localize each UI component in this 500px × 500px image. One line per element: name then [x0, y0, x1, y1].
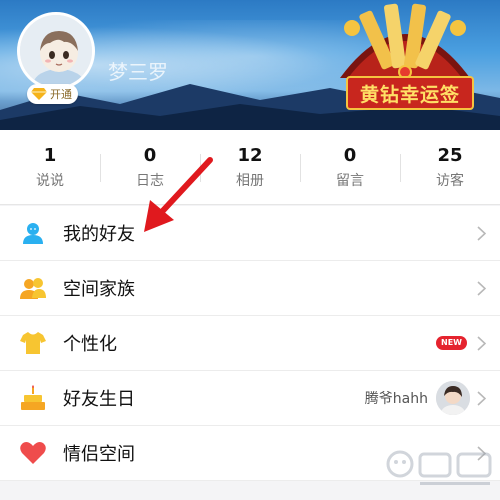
stat-label: 相册 [236, 172, 264, 189]
stat-count: 1 [43, 144, 57, 166]
stat-visitors[interactable]: 25 访客 [400, 130, 500, 204]
chevron-right-icon [477, 226, 486, 241]
birthday-friend-avatar [436, 381, 470, 415]
vip-activate-badge[interactable]: 开通 [27, 84, 78, 104]
menu-item-my-friends[interactable]: 我的好友 [0, 206, 500, 261]
username: 梦三罗 [108, 60, 168, 84]
stat-messages[interactable]: 0 留言 [300, 130, 400, 204]
chevron-right-icon [477, 391, 486, 406]
stat-label: 日志 [136, 172, 164, 189]
people-icon [20, 275, 46, 301]
stat-count: 12 [237, 144, 263, 166]
chevron-right-icon [477, 281, 486, 296]
diamond-icon [31, 88, 47, 100]
birthday-friend[interactable]: 腾爷hahh [365, 381, 470, 415]
new-badge: NEW [436, 336, 467, 350]
vip-badge-label: 开通 [50, 88, 72, 101]
stat-count: 0 [343, 144, 357, 166]
heart-icon [20, 440, 46, 466]
stat-label: 访客 [436, 172, 464, 189]
baidu-jingyan-watermark [386, 450, 492, 485]
person-icon [20, 220, 46, 246]
menu-item-label: 情侣空间 [63, 444, 135, 465]
stat-count: 25 [437, 144, 463, 166]
stat-blogs[interactable]: 0 日志 [100, 130, 200, 204]
stats-bar: 1 说说 0 日志 12 相册 0 留言 25 访客 [0, 130, 500, 205]
menu-item-label: 个性化 [63, 334, 117, 355]
menu-item-space-family[interactable]: 空间家族 [0, 261, 500, 316]
stat-albums[interactable]: 12 相册 [200, 130, 300, 204]
menu-item-label: 空间家族 [63, 279, 135, 300]
stat-label: 留言 [336, 172, 364, 189]
menu-list: 我的好友 空间家族 个性化 NEW 好友生日 腾爷hahh 情侣空间 [0, 206, 500, 481]
menu-item-personalize[interactable]: 个性化 NEW [0, 316, 500, 371]
profile-banner[interactable]: 开通 梦三罗 黄钻幸运签 [0, 0, 500, 130]
avatar[interactable] [17, 12, 95, 90]
stat-label: 说说 [36, 172, 64, 189]
menu-item-label: 我的好友 [63, 224, 135, 245]
chevron-right-icon [477, 336, 486, 351]
menu-item-friend-birthdays[interactable]: 好友生日 腾爷hahh [0, 371, 500, 426]
stat-posts[interactable]: 1 说说 [0, 130, 100, 204]
cake-icon [20, 385, 46, 411]
menu-item-label: 好友生日 [63, 389, 135, 410]
lucky-draw-label[interactable]: 黄钻幸运签 [346, 76, 474, 110]
birthday-friend-name: 腾爷hahh [364, 391, 428, 407]
tshirt-icon [20, 330, 46, 356]
stat-count: 0 [143, 144, 157, 166]
